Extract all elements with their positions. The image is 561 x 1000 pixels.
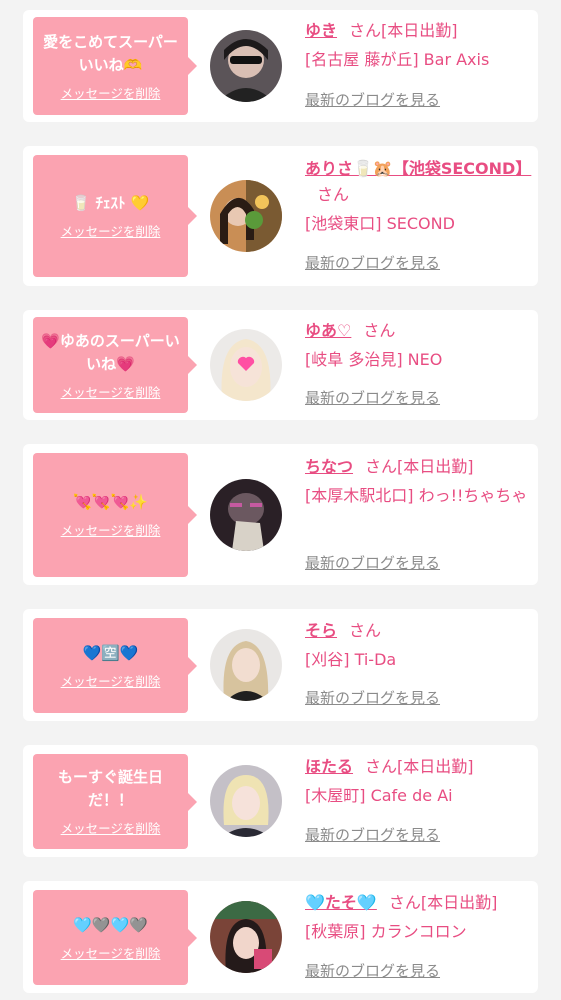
cast-info: そら さん [刈谷] Ti-Da xyxy=(305,618,533,672)
cast-name-link[interactable]: ちなつ xyxy=(305,457,353,476)
shop-name: [刈谷] Ti-Da xyxy=(305,650,397,669)
message-bubble: 愛をこめてスーパーいいね🫶 メッセージを削除 xyxy=(33,17,197,115)
cast-info: ほたる さん[本日出勤] [木屋町] Cafe de Ai xyxy=(305,754,533,808)
message-card: 🩵🩶🩵🩶 メッセージを削除 🩵たそ🩵 さん[本日出勤] [秋葉原] カランコロン … xyxy=(23,881,538,993)
avatar[interactable] xyxy=(210,329,282,401)
honorific: さん xyxy=(317,185,350,204)
cast-info: ありさ🥛🐹【池袋SECOND】さん [池袋東口] SECOND xyxy=(305,156,533,236)
blog-link[interactable]: 最新のブログを見る xyxy=(305,687,440,708)
message-text: 🩵🩶🩵🩶 xyxy=(73,915,148,934)
blog-link[interactable]: 最新のブログを見る xyxy=(305,252,440,273)
cast-info: ちなつ さん[本日出勤] [本厚木駅北口] わっ!!ちゃちゃ xyxy=(305,454,533,508)
avatar[interactable] xyxy=(210,30,282,102)
blog-link[interactable]: 最新のブログを見る xyxy=(305,89,440,110)
shop-name: [池袋東口] SECOND xyxy=(305,214,455,233)
message-text: 💙🈳💙 xyxy=(82,643,139,662)
delete-message-link[interactable]: メッセージを削除 xyxy=(61,520,161,539)
cast-name-link[interactable]: ゆあ♡ xyxy=(305,321,351,340)
honorific: さん xyxy=(365,757,398,776)
message-text: 💘💘💘✨ xyxy=(73,493,148,511)
cast-name-link[interactable]: ありさ🥛🐹【池袋SECOND】 xyxy=(305,159,531,178)
delete-message-link[interactable]: メッセージを削除 xyxy=(61,382,161,401)
delete-message-link[interactable]: メッセージを削除 xyxy=(61,83,161,102)
shop-name: [岐阜 多治見] NEO xyxy=(305,350,443,369)
message-text: 🥛 ﾁｪｽﾄ 💛 xyxy=(71,194,150,212)
blog-link[interactable]: 最新のブログを見る xyxy=(305,960,440,981)
shop-name: [名古屋 藤が丘] Bar Axis xyxy=(305,50,490,69)
honorific: さん xyxy=(349,621,382,640)
cast-name-link[interactable]: ゆき xyxy=(305,21,337,40)
cast-info: 🩵たそ🩵 さん[本日出勤] [秋葉原] カランコロン xyxy=(305,890,533,944)
cast-name-link[interactable]: そら xyxy=(305,621,337,640)
message-card: もーすぐ誕生日だ！！ メッセージを削除 ほたる さん[本日出勤] [木屋町] Ca… xyxy=(23,745,538,857)
status-badge: [本日出勤] xyxy=(397,757,474,776)
shop-name: [秋葉原] カランコロン xyxy=(305,922,467,941)
honorific: さん xyxy=(388,893,421,912)
message-bubble: 🩵🩶🩵🩶 メッセージを削除 xyxy=(33,890,197,985)
avatar[interactable] xyxy=(210,765,282,837)
message-card: 💗ゆあのスーパーいいね💗 メッセージを削除 ゆあ♡ さん [岐阜 多治見] NEO… xyxy=(23,310,538,420)
status-badge: [本日出勤] xyxy=(420,893,498,912)
delete-message-link[interactable]: メッセージを削除 xyxy=(61,943,161,962)
message-bubble: 💙🈳💙 メッセージを削除 xyxy=(33,618,197,713)
cast-name-link[interactable]: 🩵たそ🩵 xyxy=(305,893,377,912)
blog-link[interactable]: 最新のブログを見る xyxy=(305,824,440,845)
cast-info: ゆあ♡ さん [岐阜 多治見] NEO xyxy=(305,318,533,372)
message-text: 💗ゆあのスーパーいいね💗 xyxy=(41,331,180,373)
message-text: 愛をこめてスーパーいいね🫶 xyxy=(43,32,178,74)
shop-name: [木屋町] Cafe de Ai xyxy=(305,786,453,805)
message-card: 💘💘💘✨ メッセージを削除 ちなつ さん[本日出勤] [本厚木駅北口] わっ!!ち… xyxy=(23,444,538,585)
message-bubble: 🥛 ﾁｪｽﾄ 💛 メッセージを削除 xyxy=(33,155,197,277)
message-bubble: 💘💘💘✨ メッセージを削除 xyxy=(33,453,197,577)
honorific: さん xyxy=(365,457,398,476)
avatar[interactable] xyxy=(210,629,282,701)
shop-name: [本厚木駅北口] わっ!!ちゃちゃ xyxy=(305,486,528,505)
blog-link[interactable]: 最新のブログを見る xyxy=(305,552,440,573)
delete-message-link[interactable]: メッセージを削除 xyxy=(61,818,161,837)
cast-name-link[interactable]: ほたる xyxy=(305,757,353,776)
cast-info: ゆき さん[本日出勤] [名古屋 藤が丘] Bar Axis xyxy=(305,18,533,72)
delete-message-link[interactable]: メッセージを削除 xyxy=(61,671,161,690)
message-card: 💙🈳💙 メッセージを削除 そら さん [刈谷] Ti-Da 最新のブログを見る xyxy=(23,609,538,721)
message-bubble: 💗ゆあのスーパーいいね💗 メッセージを削除 xyxy=(33,317,197,413)
message-text: もーすぐ誕生日だ！！ xyxy=(57,768,163,809)
message-card: 愛をこめてスーパーいいね🫶 メッセージを削除 ゆき さん[本日出勤] [名古屋 藤… xyxy=(23,10,538,122)
status-badge: [本日出勤] xyxy=(397,457,474,476)
status-badge: [本日出勤] xyxy=(381,21,458,40)
message-bubble: もーすぐ誕生日だ！！ メッセージを削除 xyxy=(33,754,197,849)
blog-link[interactable]: 最新のブログを見る xyxy=(305,387,440,408)
avatar[interactable] xyxy=(210,180,282,252)
message-card: 🥛 ﾁｪｽﾄ 💛 メッセージを削除 ありさ🥛🐹【池袋SECOND】さん [池袋東… xyxy=(23,146,538,286)
honorific: さん xyxy=(363,321,396,340)
delete-message-link[interactable]: メッセージを削除 xyxy=(61,221,161,240)
honorific: さん xyxy=(349,21,382,40)
avatar[interactable] xyxy=(210,901,282,973)
avatar[interactable] xyxy=(210,479,282,551)
